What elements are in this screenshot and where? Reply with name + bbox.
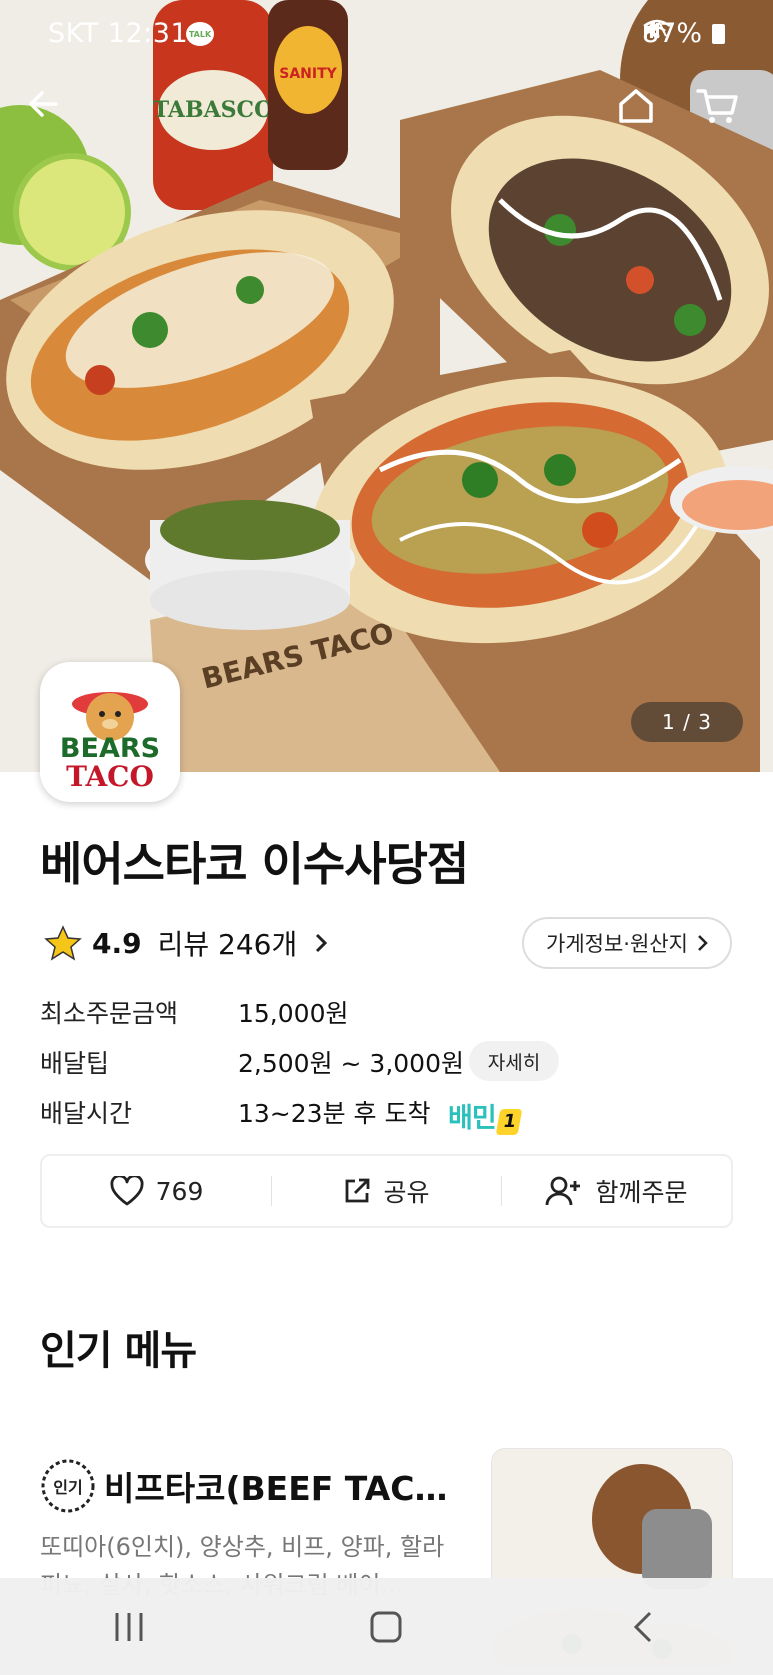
status-time: SKT 12:31: [48, 18, 189, 49]
rating-score: 4.9: [92, 926, 142, 960]
store-name: 베어스타코 이수사당점: [40, 837, 469, 891]
store-info-button[interactable]: 가게정보·원산지: [522, 917, 732, 969]
chevron-right-icon: [698, 935, 708, 951]
delivery-tip-label: 배달팁: [40, 1049, 110, 1078]
share-icon: [346, 1178, 370, 1203]
back-nav-button[interactable]: [584, 1597, 704, 1657]
hero-image[interactable]: TABASCO SANITY BEARS TACO SKT 12:31 TALK…: [0, 0, 773, 772]
group-order-button[interactable]: 함께주문: [502, 1156, 731, 1226]
delivery-time-label: 배달시간: [40, 1099, 133, 1128]
review-count: 리뷰 246개: [157, 928, 298, 961]
home-button[interactable]: [616, 86, 666, 136]
share-button[interactable]: 공유: [272, 1156, 501, 1226]
cart-button[interactable]: [696, 86, 746, 136]
min-order-value: 15,000원: [238, 999, 349, 1028]
back-chevron-icon: [634, 1611, 652, 1642]
system-nav-bar: [0, 1578, 773, 1675]
signal-icon: [643, 23, 659, 38]
menu-item-name[interactable]: 비프타코(BEEF TACO...: [104, 1462, 464, 1510]
heart-icon: [110, 1176, 144, 1206]
baemin1-badge: 배민 1: [448, 1096, 522, 1135]
popular-menu-title: 인기 메뉴: [40, 1328, 197, 1374]
chevron-right-icon: [316, 933, 328, 953]
popular-badge-label: 인기: [53, 1478, 82, 1497]
star-icon: [44, 925, 82, 961]
like-button[interactable]: 769: [42, 1156, 271, 1226]
store-info-label: 가게정보·원산지: [546, 932, 688, 956]
recent-apps-button[interactable]: [69, 1597, 189, 1657]
delivery-tip-value: 2,500원 ~ 3,000원: [238, 1049, 464, 1078]
cart-icon: [696, 89, 738, 123]
tip-detail-button[interactable]: 자세히: [469, 1041, 559, 1081]
rating-row[interactable]: 4.9 리뷰 246개: [44, 918, 329, 968]
bottle-label: TABASCO: [153, 97, 273, 123]
popular-badge: 인기: [40, 1458, 96, 1514]
group-order-label: 함께주문: [595, 1178, 688, 1207]
baemin-label: 배민: [448, 1103, 497, 1134]
logo-line2: TACO: [66, 760, 154, 793]
image-page-counter: 1 / 3: [631, 702, 743, 742]
share-label: 공유: [383, 1178, 430, 1207]
min-order-label: 최소주문금액: [40, 999, 179, 1028]
home-square-icon: [370, 1611, 402, 1642]
action-bar: 769 공유 함께주문: [40, 1154, 733, 1228]
delivery-time-value: 13~23분 후 도착: [238, 1099, 431, 1128]
recent-apps-icon: [115, 1612, 143, 1641]
add-user-icon: [546, 1176, 581, 1206]
home-nav-button[interactable]: [326, 1597, 446, 1657]
status-bar: SKT 12:31 TALK 87%: [0, 0, 773, 70]
back-button[interactable]: [26, 86, 76, 136]
popular-badge-icon: 인기: [41, 1459, 95, 1513]
store-logo: BEARS TACO: [40, 662, 180, 802]
battery-icon: [712, 23, 725, 44]
home-icon: [619, 89, 653, 123]
kakaotalk-icon: TALK: [186, 22, 214, 46]
baemin-one-mark: 1: [495, 1109, 522, 1135]
like-count: 769: [155, 1176, 204, 1206]
arrow-left-icon: [29, 91, 58, 117]
